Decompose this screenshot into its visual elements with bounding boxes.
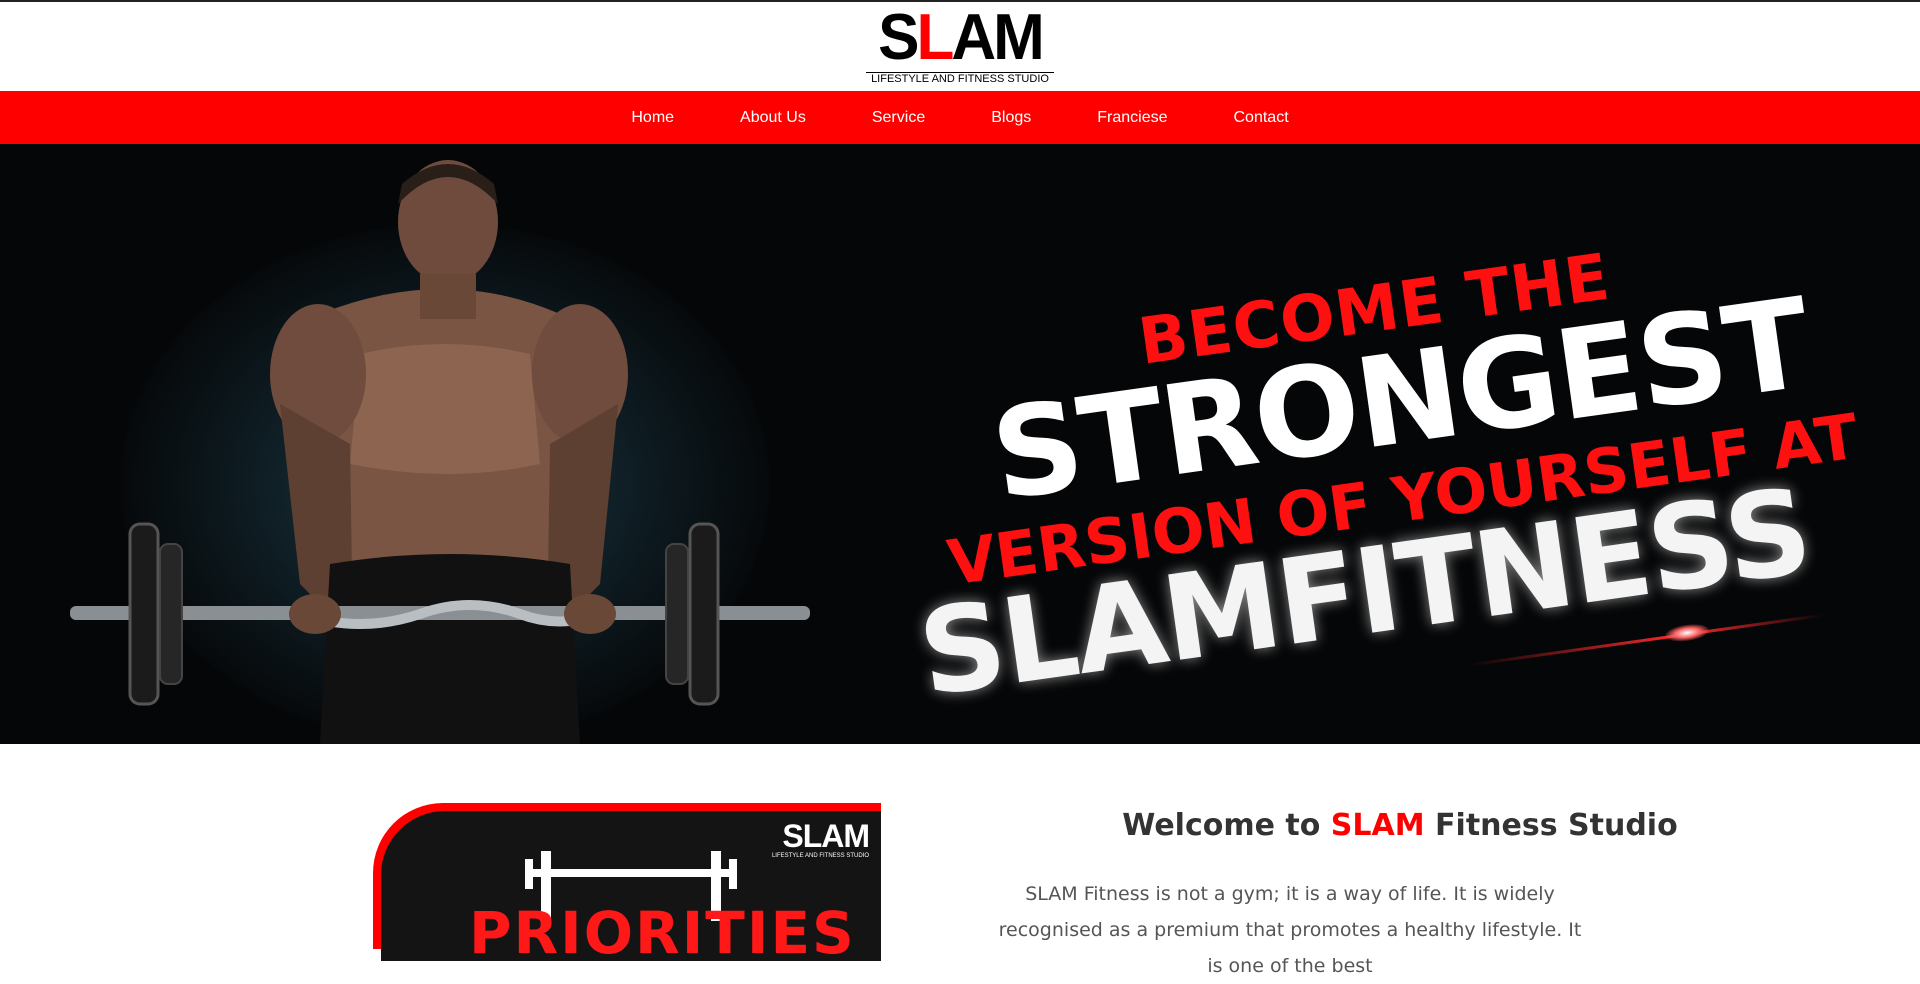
nav-list: Home About Us Service Blogs Franciese Co… [0,91,1920,144]
lens-flare-spot [1664,621,1710,644]
logo-wordmark: SLAM [878,1,1045,74]
hero-headline: BECOME THE STRONGEST VERSION OF YOURSELF… [867,144,1893,744]
nav-item-blogs[interactable]: Blogs [958,91,1064,144]
welcome-heading: Welcome to SLAM Fitness Studio [960,808,1840,843]
intro-paragraph: SLAM Fitness is not a gym; it is a way o… [998,883,1582,977]
site-logo[interactable]: SLAM LIFESTYLE AND FITNESS STUDIO [864,1,1056,91]
nav-item-contact[interactable]: Contact [1201,91,1322,144]
main-nav: Home About Us Service Blogs Franciese Co… [0,91,1920,144]
nav-item-franciese[interactable]: Franciese [1064,91,1200,144]
welcome-prefix: Welcome to [1122,808,1321,843]
card-logo-tagline: LIFESTYLE AND FITNESS STUDIO [771,853,869,859]
nav-item-home[interactable]: Home [598,91,707,144]
welcome-suffix: Fitness Studio [1435,808,1678,843]
nav-item-about-us[interactable]: About Us [707,91,839,144]
athlete-with-barbell-image [70,160,810,744]
hero-banner: BECOME THE STRONGEST VERSION OF YOURSELF… [0,144,1920,744]
nav-item-service[interactable]: Service [839,91,958,144]
priorities-title: PRIORITIES [469,899,856,961]
logo-header: SLAM LIFESTYLE AND FITNESS STUDIO [0,1,1920,91]
card-logo-wordmark: SLAM [782,818,870,854]
card-logo: SLAM LIFESTYLE AND FITNESS STUDIO [771,818,870,859]
priorities-image-panel: SLAM LIFESTYLE AND FITNESS STUDIO PRIORI… [381,811,881,961]
welcome-brand: SLAM [1330,808,1425,843]
priorities-feature-image: SLAM LIFESTYLE AND FITNESS STUDIO PRIORI… [373,803,881,961]
